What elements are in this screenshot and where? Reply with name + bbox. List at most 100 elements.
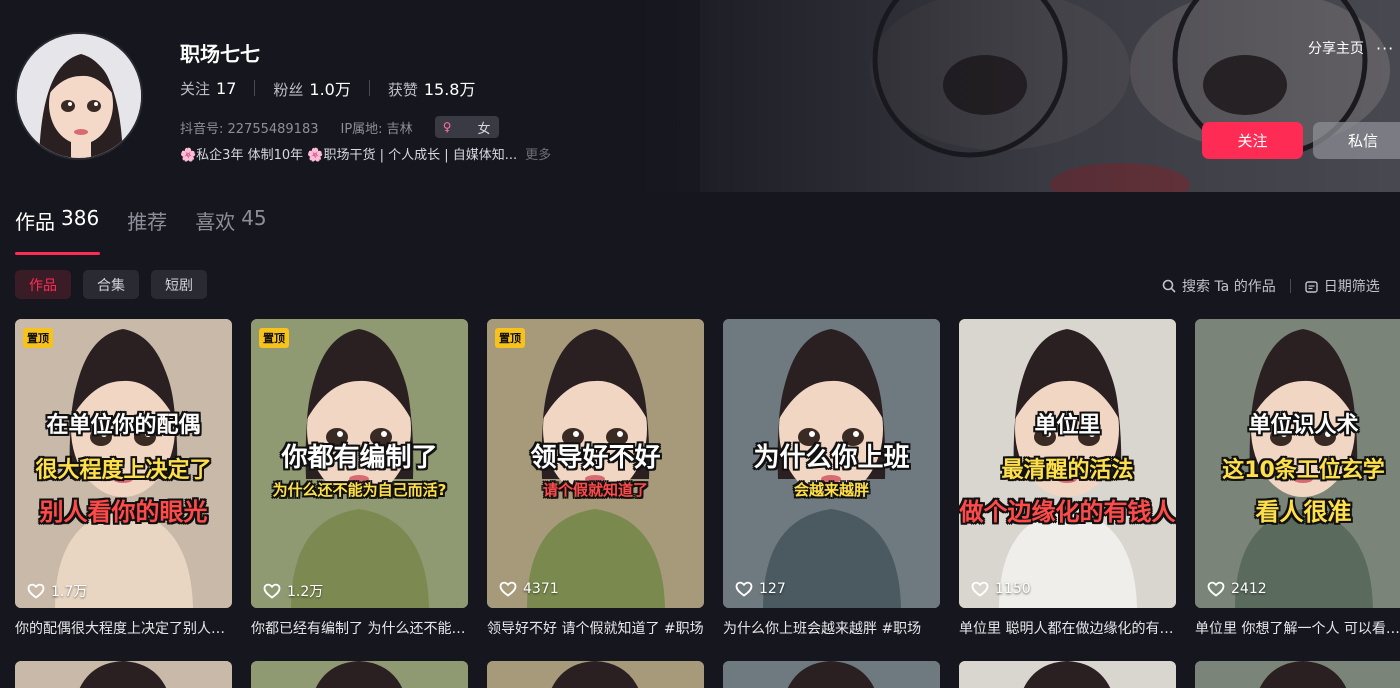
video-caption: 这10条工位玄学 — [1222, 458, 1385, 483]
video-caption: 你都有编制了 — [281, 443, 438, 473]
share-profile-button[interactable]: 分享主页 — [1308, 38, 1364, 58]
video-card[interactable]: 单位里最清醒的活法做个边缘化的有钱人 1150 单位里 聪明人都在做边缘化的有钱人 — [959, 319, 1176, 638]
tab-label: 喜欢 — [195, 210, 236, 234]
video-caption: 看人很准 — [1255, 498, 1352, 526]
search-works-button[interactable]: 搜索 Ta 的作品 — [1162, 276, 1276, 296]
video-card[interactable]: 置顶 在单位你的配偶 很大程度上决定了 别人看你的眼光 1.7万你的配偶很大程度上决定了… — [15, 319, 232, 638]
stat-label: 粉丝 — [273, 81, 304, 99]
thumbnail-image — [251, 661, 468, 688]
video-card-next-row[interactable] — [1195, 661, 1400, 688]
video-title[interactable]: 你都已经有编制了 为什么还不能为自己而活 — [251, 618, 468, 638]
chip-short-drama[interactable]: 短剧 — [151, 270, 207, 299]
avatar[interactable] — [15, 32, 143, 160]
video-caption: 做个边缘化的有钱人 — [959, 498, 1176, 526]
bio-text: 🌸私企3年 体制10年 🌸职场干货 | 个人成长 | 自媒体知... — [180, 148, 518, 163]
like-count: 127 — [735, 581, 786, 597]
video-caption: 领导好不好 — [530, 443, 661, 473]
gender-label: 女 — [477, 121, 491, 137]
profile-name: 职场七七 — [180, 42, 260, 66]
stat-value: 17 — [216, 78, 237, 98]
tab-label: 作品 — [15, 210, 55, 234]
video-thumbnail[interactable]: 单位识人术这10条工位玄学 看人很准 2412 — [1195, 319, 1400, 608]
video-thumbnail[interactable]: 置顶 在单位你的配偶 很大程度上决定了 别人看你的眼光 1.7万 — [15, 319, 232, 608]
like-count: 4371 — [499, 581, 559, 597]
profile-meta: 抖音号: 22755489183 IP属地: 吉林 ♀ 女 — [180, 116, 499, 138]
tab-recommend[interactable]: 推荐 — [127, 206, 167, 255]
ip-location: IP属地: 吉林 — [340, 121, 413, 137]
stat-value: 15.8万 — [423, 80, 476, 99]
heart-icon — [263, 583, 281, 599]
video-caption: 会越来越胖 — [793, 481, 869, 499]
video-card-next-row[interactable] — [723, 661, 940, 688]
video-card-next-row[interactable] — [251, 661, 468, 688]
calendar-icon — [1305, 280, 1318, 293]
video-title[interactable]: 为什么你上班会越来越胖 #职场 — [723, 618, 940, 638]
video-grid: 置顶 在单位你的配偶 很大程度上决定了 别人看你的眼光 1.7万你的配偶很大程度上决定了… — [15, 319, 1400, 688]
video-title[interactable]: 领导好不好 请个假就知道了 #职场 — [487, 618, 704, 638]
stat-following[interactable]: 关注 17 — [180, 78, 236, 99]
thumbnail-image — [487, 661, 704, 688]
more-options-icon[interactable]: ··· — [1376, 39, 1394, 58]
tab-count: 386 — [61, 206, 100, 230]
heart-icon — [971, 581, 989, 597]
female-icon: ♀ — [442, 120, 452, 134]
video-title[interactable]: 单位里 你想了解一个人 可以看看他的工位 — [1195, 618, 1400, 638]
avatar-image — [17, 34, 141, 158]
chip-works[interactable]: 作品 — [15, 270, 71, 299]
tab-works[interactable]: 作品 386 — [15, 206, 101, 255]
video-card-next-row[interactable] — [15, 661, 232, 688]
douyin-id: 抖音号: 22755489183 — [180, 121, 319, 137]
video-thumbnail[interactable]: 置顶领导好不好请个假就知道了 4371 — [487, 319, 704, 608]
tab-label: 推荐 — [127, 210, 168, 234]
gender-badge: ♀ 女 — [434, 116, 499, 138]
video-caption: 最清醒的活法 — [1001, 458, 1134, 483]
video-title[interactable]: 单位里 聪明人都在做边缘化的有钱人 — [959, 618, 1176, 638]
video-card-next-row[interactable] — [959, 661, 1176, 688]
video-thumbnail[interactable]: 为什么你上班会越来越胖 127 — [723, 319, 940, 608]
video-caption: 在单位你的配偶 — [46, 413, 201, 438]
like-count: 2412 — [1207, 581, 1267, 597]
stat-likes: 获赞 15.8万 — [388, 76, 476, 100]
video-caption: 为什么还不能为自己而活? — [272, 481, 447, 499]
video-caption: 请个假就知道了 — [542, 481, 648, 499]
video-caption: 单位识人术 — [1248, 413, 1359, 438]
video-caption: 单位里 — [1034, 413, 1101, 438]
message-button[interactable]: 私信 — [1313, 122, 1400, 159]
like-count: 1150 — [971, 581, 1031, 597]
grid-tools: 搜索 Ta 的作品 日期筛选 — [1162, 276, 1380, 296]
profile-stats: 关注 17 粉丝 1.0万 获赞 15.8万 — [180, 76, 476, 100]
like-value: 1.2万 — [287, 584, 324, 600]
chip-collections[interactable]: 合集 — [83, 270, 139, 299]
like-value: 4371 — [523, 581, 559, 597]
video-card-next-row[interactable] — [487, 661, 704, 688]
follow-button[interactable]: 关注 — [1202, 122, 1303, 159]
video-caption: 为什么你上班 — [753, 443, 910, 473]
video-card[interactable]: 置顶你都有编制了为什么还不能为自己而活? 1.2万你都已经有编制了 为什么还不能为… — [251, 319, 468, 638]
heart-icon — [499, 581, 517, 597]
pinned-badge: 置顶 — [495, 328, 525, 348]
pinned-badge: 置顶 — [259, 328, 289, 348]
video-thumbnail[interactable]: 单位里最清醒的活法做个边缘化的有钱人 1150 — [959, 319, 1176, 608]
video-thumbnail[interactable]: 置顶你都有编制了为什么还不能为自己而活? 1.2万 — [251, 319, 468, 608]
filter-chips: 作品 合集 短剧 — [15, 270, 207, 299]
tab-liked[interactable]: 喜欢 45 — [195, 206, 266, 255]
video-caption: 很大程度上决定了 — [35, 458, 212, 483]
video-card[interactable]: 单位识人术这10条工位玄学看人很准 2412 单位里 你想了解一个人 可以看看他的工… — [1195, 319, 1400, 638]
tab-count: 45 — [241, 206, 267, 230]
stat-followers[interactable]: 粉丝 1.0万 — [273, 76, 350, 100]
thumbnail-image — [1195, 661, 1400, 688]
profile-bio: 🌸私企3年 体制10年 🌸职场干货 | 个人成长 | 自媒体知... 更多 — [180, 144, 551, 163]
video-card[interactable]: 置顶领导好不好请个假就知道了 4371 领导好不好 请个假就知道了 #职场 — [487, 319, 704, 638]
search-label: 搜索 Ta 的作品 — [1182, 279, 1276, 295]
divider — [368, 80, 370, 96]
thumbnail-image — [959, 661, 1176, 688]
like-value: 1150 — [995, 581, 1031, 597]
bio-more-link[interactable]: 更多 — [525, 144, 551, 163]
heart-icon — [1207, 581, 1225, 597]
profile-tabs: 作品 386 推荐 喜欢 45 — [15, 206, 267, 255]
video-title[interactable]: 你的配偶很大程度上决定了别人看你的眼光 — [15, 618, 232, 638]
video-card[interactable]: 为什么你上班会越来越胖 127 为什么你上班会越来越胖 #职场 — [723, 319, 940, 638]
search-icon — [1162, 279, 1176, 293]
stat-label: 关注 — [180, 79, 211, 98]
date-filter-button[interactable]: 日期筛选 — [1305, 276, 1380, 296]
